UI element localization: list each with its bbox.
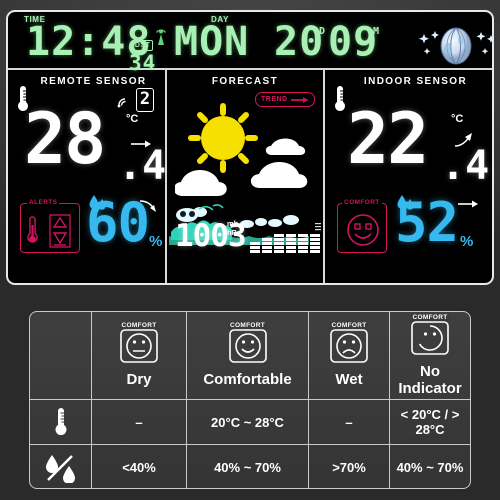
comfort-blank-icon: COMFORT xyxy=(407,313,453,357)
remote-temperature-unit: °C xyxy=(126,113,139,125)
legend-label-comfortable: Comfortable xyxy=(203,371,292,388)
sun-behind-clouds-icon xyxy=(173,98,321,205)
remote-humidity-unit: % xyxy=(149,233,163,250)
legend-humidity-wet: >70% xyxy=(309,445,390,488)
legend-humidity-row: <40% 40% ~ 70% >70% 40% ~ 70% xyxy=(30,445,470,488)
arrow-right-icon xyxy=(457,196,479,214)
lcd-top-bar: TIME 12:48 DST 34 DAY MON 20 D 09 M xyxy=(8,12,492,74)
forecast-panel: FORECAST TREND 1003 mb hPa xyxy=(167,70,325,283)
legend-humidity-dry: <40% xyxy=(92,445,187,488)
comfort-caption: COMFORT xyxy=(228,322,267,329)
legend-humidity-comfortable: 40% ~ 70% xyxy=(187,445,309,488)
legend-label-dry: Dry xyxy=(126,371,152,388)
indoor-humidity-value: 52 xyxy=(395,191,459,254)
dst-seconds-group: DST 34 xyxy=(129,34,156,74)
comfort-indicator: COMFORT xyxy=(337,199,387,253)
thermometer-icon xyxy=(333,84,347,119)
legend-temp-wet: – xyxy=(309,400,390,445)
indoor-sensor-title: INDOOR SENSOR xyxy=(363,76,468,87)
indoor-temperature-unit: °C xyxy=(451,113,464,125)
lcd-display: TIME 12:48 DST 34 DAY MON 20 D 09 M REMO… xyxy=(6,10,494,285)
legend-temp-dry: – xyxy=(92,400,187,445)
smiley-face-icon xyxy=(345,213,381,252)
legend-temperature-row: – 20°C ~ 28°C – < 20°C / > 28°C xyxy=(30,400,470,445)
legend-temp-comfortable: 20°C ~ 28°C xyxy=(187,400,309,445)
legend-column-no-indicator: COMFORT No Indicator xyxy=(390,312,470,400)
legend-corner-cell xyxy=(30,312,92,400)
alert-arrows-icon xyxy=(47,214,73,253)
indoor-humidity-unit: % xyxy=(460,233,474,250)
remote-sensor-title: REMOTE SENSOR xyxy=(40,76,147,87)
legend-label-wet: Wet xyxy=(335,371,363,388)
legend-column-wet: COMFORT Wet xyxy=(309,312,390,400)
signal-waves-icon xyxy=(116,95,132,113)
comfort-legend-table: COMFORT Dry COMFORT Comfortable COMFORT … xyxy=(29,311,471,489)
indoor-temperature-decimal: .4 xyxy=(441,143,490,189)
comfort-neutral-icon: COMFORT xyxy=(116,322,162,365)
pressure-history-bars-icon xyxy=(249,222,323,261)
month-suffix: M xyxy=(373,26,381,37)
legend-header-row: COMFORT Dry COMFORT Comfortable COMFORT … xyxy=(30,312,470,400)
legend-column-dry: COMFORT Dry xyxy=(92,312,187,400)
alerts-label: ALERTS xyxy=(27,199,60,206)
thermometer-icon xyxy=(30,400,92,445)
arrow-right-icon xyxy=(130,136,152,154)
comfort-caption: COMFORT xyxy=(410,313,450,321)
comfort-label: COMFORT xyxy=(342,199,382,206)
pressure-unit-hpa: hPa xyxy=(227,228,241,237)
indoor-temperature-integer: 22 xyxy=(347,98,429,180)
comfort-frown-icon: COMFORT xyxy=(326,322,372,365)
comfort-caption: COMFORT xyxy=(329,322,369,329)
dst-label: DST xyxy=(131,40,154,51)
channel-indicator: 2 xyxy=(136,88,154,112)
comfort-smile-icon: COMFORT xyxy=(225,322,271,365)
forecast-title: FORECAST xyxy=(211,76,279,87)
indoor-sensor-panel: INDOOR SENSOR 22 .4 °C COMFORT 52 % xyxy=(325,70,492,283)
arrow-down-right-icon xyxy=(138,198,158,219)
month-value: 09 xyxy=(328,19,379,65)
comfort-caption: COMFORT xyxy=(119,322,159,329)
legend-temp-no-indicator: < 20°C / > 28°C xyxy=(390,400,470,445)
humidity-percent-icon xyxy=(30,445,92,488)
legend-humidity-no-indicator: 40% ~ 70% xyxy=(396,460,464,475)
remote-sensor-panel: REMOTE SENSOR 2 28 .4 °C ALERTS 60 % xyxy=(8,70,167,283)
date-suffix: D xyxy=(319,26,327,37)
moon-phase-icon xyxy=(414,26,492,66)
remote-temperature-integer: 28 xyxy=(24,98,106,180)
radio-signal-icon xyxy=(154,28,168,51)
legend-column-comfortable: COMFORT Comfortable xyxy=(187,312,309,400)
alerts-indicator: ALERTS xyxy=(20,199,80,253)
legend-label-no-indicator: No Indicator xyxy=(398,362,462,397)
thermometer-alert-icon xyxy=(26,215,39,252)
date-value: 20 xyxy=(274,19,325,65)
day-value: MON xyxy=(174,19,250,65)
arrow-up-right-icon xyxy=(453,132,475,153)
